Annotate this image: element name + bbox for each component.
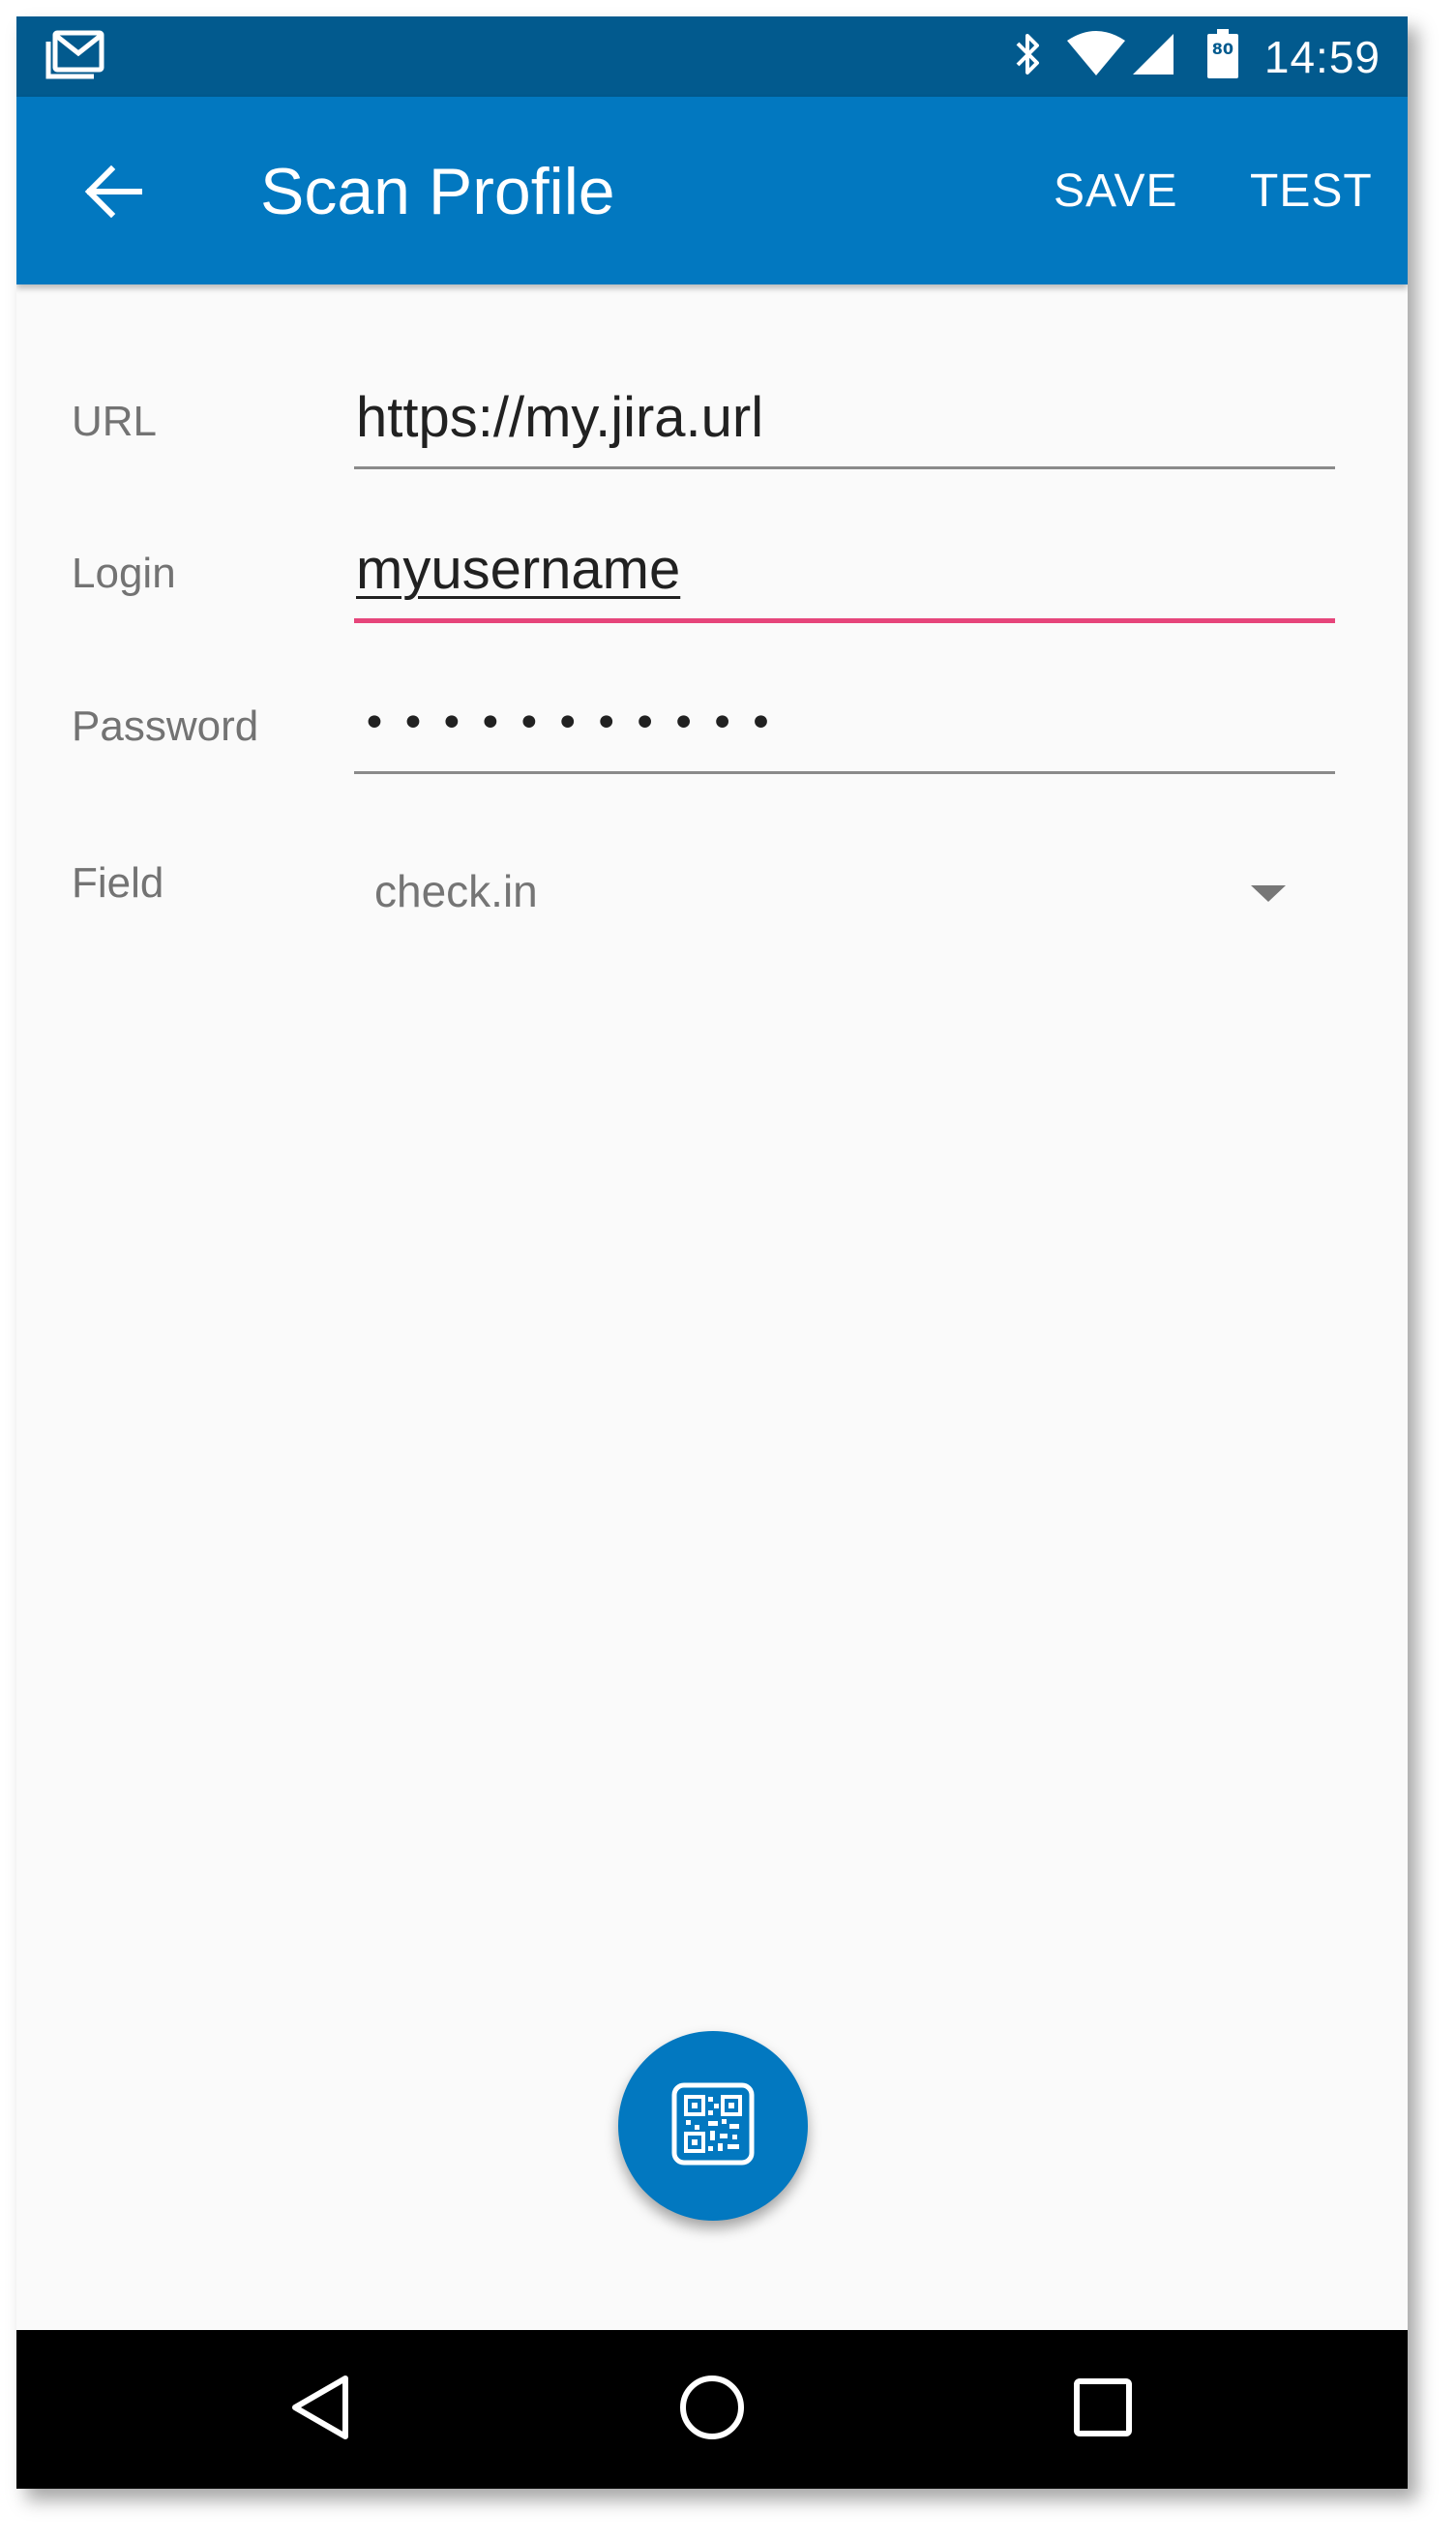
nav-recents-square-icon [1073, 2377, 1133, 2442]
app-bar: Scan Profile SAVE TEST [16, 97, 1408, 284]
password-value: ••••••••••• [362, 699, 787, 748]
scan-qr-button[interactable] [618, 2031, 808, 2221]
login-value: myusername [356, 538, 681, 601]
arrow-back-icon [84, 164, 143, 223]
page-title: Scan Profile [260, 155, 615, 228]
qr-code-icon [671, 2082, 755, 2170]
navigation-bar [16, 2330, 1408, 2489]
field-label: Field [72, 859, 164, 907]
arrow-drop-down-icon [1251, 885, 1286, 902]
gmail-icon [45, 30, 105, 80]
login-field[interactable]: myusername [354, 529, 1335, 623]
battery-level: 80 [1211, 40, 1233, 58]
password-field[interactable]: ••••••••••• [354, 682, 1335, 774]
status-bar: 80 14:59 [16, 16, 1408, 97]
url-label: URL [72, 398, 158, 445]
url-value: https://my.jira.url [356, 386, 764, 449]
nav-back-button[interactable] [272, 2361, 369, 2458]
phone-screen: 80 14:59 Scan Profile SAVE TEST URL http… [16, 16, 1408, 2489]
nav-back-triangle-icon [289, 2374, 351, 2446]
login-label: Login [72, 550, 176, 597]
back-button[interactable] [74, 155, 152, 232]
nav-home-circle-icon [678, 2374, 746, 2446]
status-icons: 80 14:59 [1013, 16, 1408, 97]
bluetooth-icon [1013, 30, 1042, 83]
test-button[interactable]: TEST [1250, 163, 1373, 221]
nav-home-button[interactable] [664, 2361, 760, 2458]
wifi-icon [1065, 31, 1127, 82]
field-selected-value: check.in [374, 866, 538, 916]
save-button[interactable]: SAVE [1054, 163, 1178, 221]
field-select[interactable]: check.in [354, 849, 1335, 936]
url-field[interactable]: https://my.jira.url [354, 377, 1335, 469]
nav-recents-button[interactable] [1055, 2361, 1151, 2458]
password-label: Password [72, 702, 259, 750]
cell-signal-icon [1131, 32, 1175, 81]
battery-icon: 80 [1206, 28, 1239, 85]
status-time: 14:59 [1263, 31, 1381, 82]
